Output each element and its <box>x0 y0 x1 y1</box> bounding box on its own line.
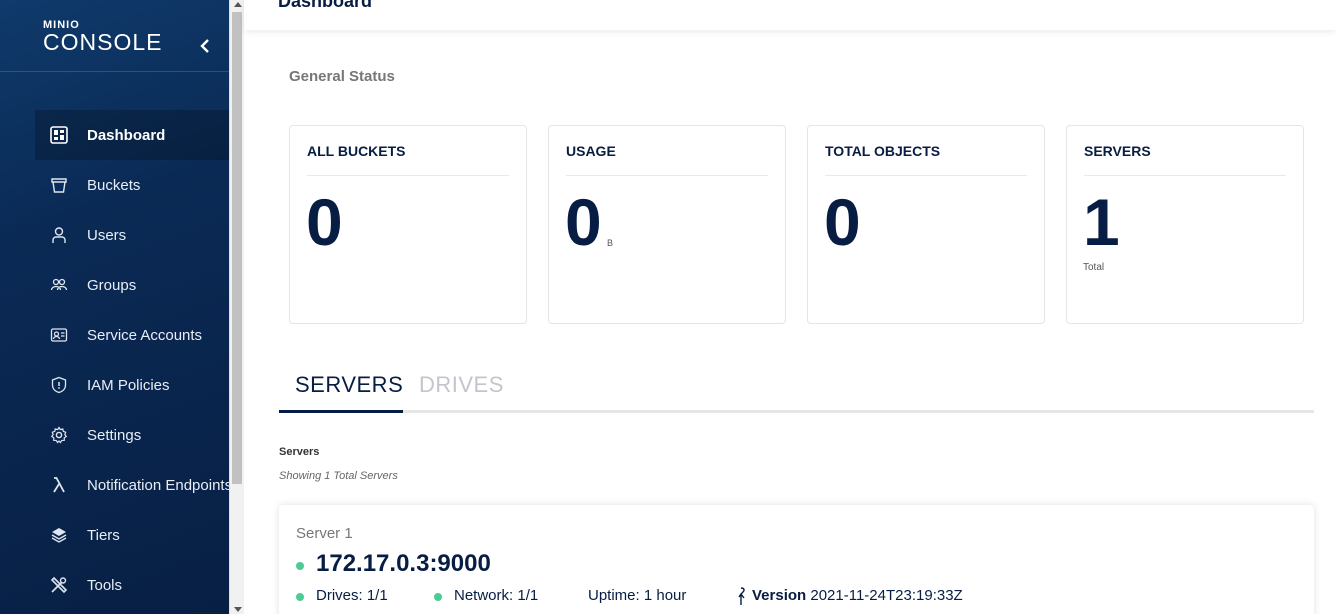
sidebar-divider <box>0 71 229 72</box>
servers-card: SERVERS 1 Total <box>1066 125 1304 324</box>
server-card: Server 1 172.17.0.3:9000 Drives: 1/1 Net… <box>279 505 1314 614</box>
servers-heading: Servers <box>279 446 320 458</box>
sidebar-item-dashboard[interactable]: Dashboard <box>35 110 229 160</box>
card-value: 0 <box>306 185 343 259</box>
scrollbar-thumb[interactable] <box>232 12 242 484</box>
card-value: 0 <box>824 185 861 259</box>
sidebar-scrollbar[interactable] <box>229 0 244 614</box>
servers-count-text: Showing 1 Total Servers <box>279 470 398 482</box>
sidebar-item-tools[interactable]: Tools <box>35 560 229 610</box>
server-network: Network: 1/1 <box>454 587 539 604</box>
card-label: ALL BUCKETS <box>307 143 509 176</box>
drives-status-dot <box>296 593 304 601</box>
server-version: Version 2021-11-24T23:19:33Z <box>752 587 963 604</box>
user-icon <box>49 225 69 245</box>
sidebar-item-label: Dashboard <box>87 126 166 144</box>
sidebar-item-label: Service Accounts <box>87 326 203 344</box>
all-buckets-card: ALL BUCKETS 0 <box>289 125 527 324</box>
card-label: TOTAL OBJECTS <box>825 143 1027 176</box>
sidebar-item-iam-policies[interactable]: IAM Policies <box>35 360 229 410</box>
sidebar-item-label: IAM Policies <box>87 376 170 394</box>
card-sublabel: Total <box>1083 262 1105 273</box>
sidebar-item-buckets[interactable]: Buckets <box>35 160 229 210</box>
sidebar-item-label: Buckets <box>87 176 141 194</box>
general-status-title: General Status <box>289 68 395 85</box>
sidebar-item-service-accounts[interactable]: Service Accounts <box>35 310 229 360</box>
card-value: 1 <box>1083 185 1120 259</box>
card-label: USAGE <box>566 143 768 176</box>
service-accounts-icon <box>49 325 69 345</box>
groups-icon <box>49 275 69 295</box>
version-label: Version <box>752 587 807 604</box>
sidebar-item-users[interactable]: Users <box>35 210 229 260</box>
sidebar-item-label: Groups <box>87 276 137 294</box>
server-uptime: Uptime: 1 hour <box>588 587 687 604</box>
scroll-up-arrow-icon[interactable] <box>234 2 242 7</box>
card-value: 0 <box>565 185 602 259</box>
network-status-dot <box>434 593 442 601</box>
sidebar-item-tiers[interactable]: Tiers <box>35 510 229 560</box>
scroll-down-arrow-icon[interactable] <box>234 607 242 612</box>
server-name: Server 1 <box>296 525 353 542</box>
brand-main: CONSOLE <box>43 29 163 55</box>
server-drives: Drives: 1/1 <box>316 587 388 604</box>
sidebar-item-label: Notification Endpoints <box>87 476 229 494</box>
tab-servers[interactable]: SERVERS <box>279 372 419 413</box>
card-unit: B <box>607 238 614 248</box>
tools-icon <box>49 575 69 595</box>
sidebar: MINIO CONSOLE Dashboard Buckets Users Gr… <box>0 0 229 614</box>
server-endpoint: 172.17.0.3:9000 <box>316 550 491 577</box>
total-objects-card: TOTAL OBJECTS 0 <box>807 125 1045 324</box>
sidebar-item-label: Users <box>87 226 127 244</box>
gear-icon <box>49 425 69 445</box>
version-icon <box>735 586 749 606</box>
active-tab-indicator <box>279 410 403 413</box>
page-header: Dashboard <box>244 0 1336 30</box>
sidebar-item-label: Tools <box>87 576 123 594</box>
dashboard-icon <box>49 125 69 145</box>
lambda-icon <box>49 475 69 495</box>
sidebar-item-label: Tiers <box>87 526 120 544</box>
server-status-dot <box>296 562 304 570</box>
shield-icon <box>49 375 69 395</box>
bucket-icon <box>49 175 69 195</box>
chevron-left-icon <box>200 39 209 53</box>
sidebar-item-groups[interactable]: Groups <box>35 260 229 310</box>
version-value: 2021-11-24T23:19:33Z <box>810 587 963 604</box>
layers-icon <box>49 525 69 545</box>
sidebar-item-settings[interactable]: Settings <box>35 410 229 460</box>
sidebar-nav: Dashboard Buckets Users Groups Service A… <box>35 110 229 610</box>
page-title: Dashboard <box>278 0 373 11</box>
minio-console-logo[interactable]: MINIO CONSOLE <box>43 20 163 55</box>
collapse-sidebar-button[interactable] <box>193 34 217 58</box>
tab-drives[interactable]: DRIVES <box>403 372 520 413</box>
sidebar-item-notification-endpoints[interactable]: Notification Endpoints <box>35 460 229 510</box>
info-tabs: SERVERS DRIVES <box>279 366 1314 413</box>
card-label: SERVERS <box>1084 143 1286 176</box>
usage-card: USAGE 0 B <box>548 125 786 324</box>
sidebar-item-label: Settings <box>87 426 142 444</box>
